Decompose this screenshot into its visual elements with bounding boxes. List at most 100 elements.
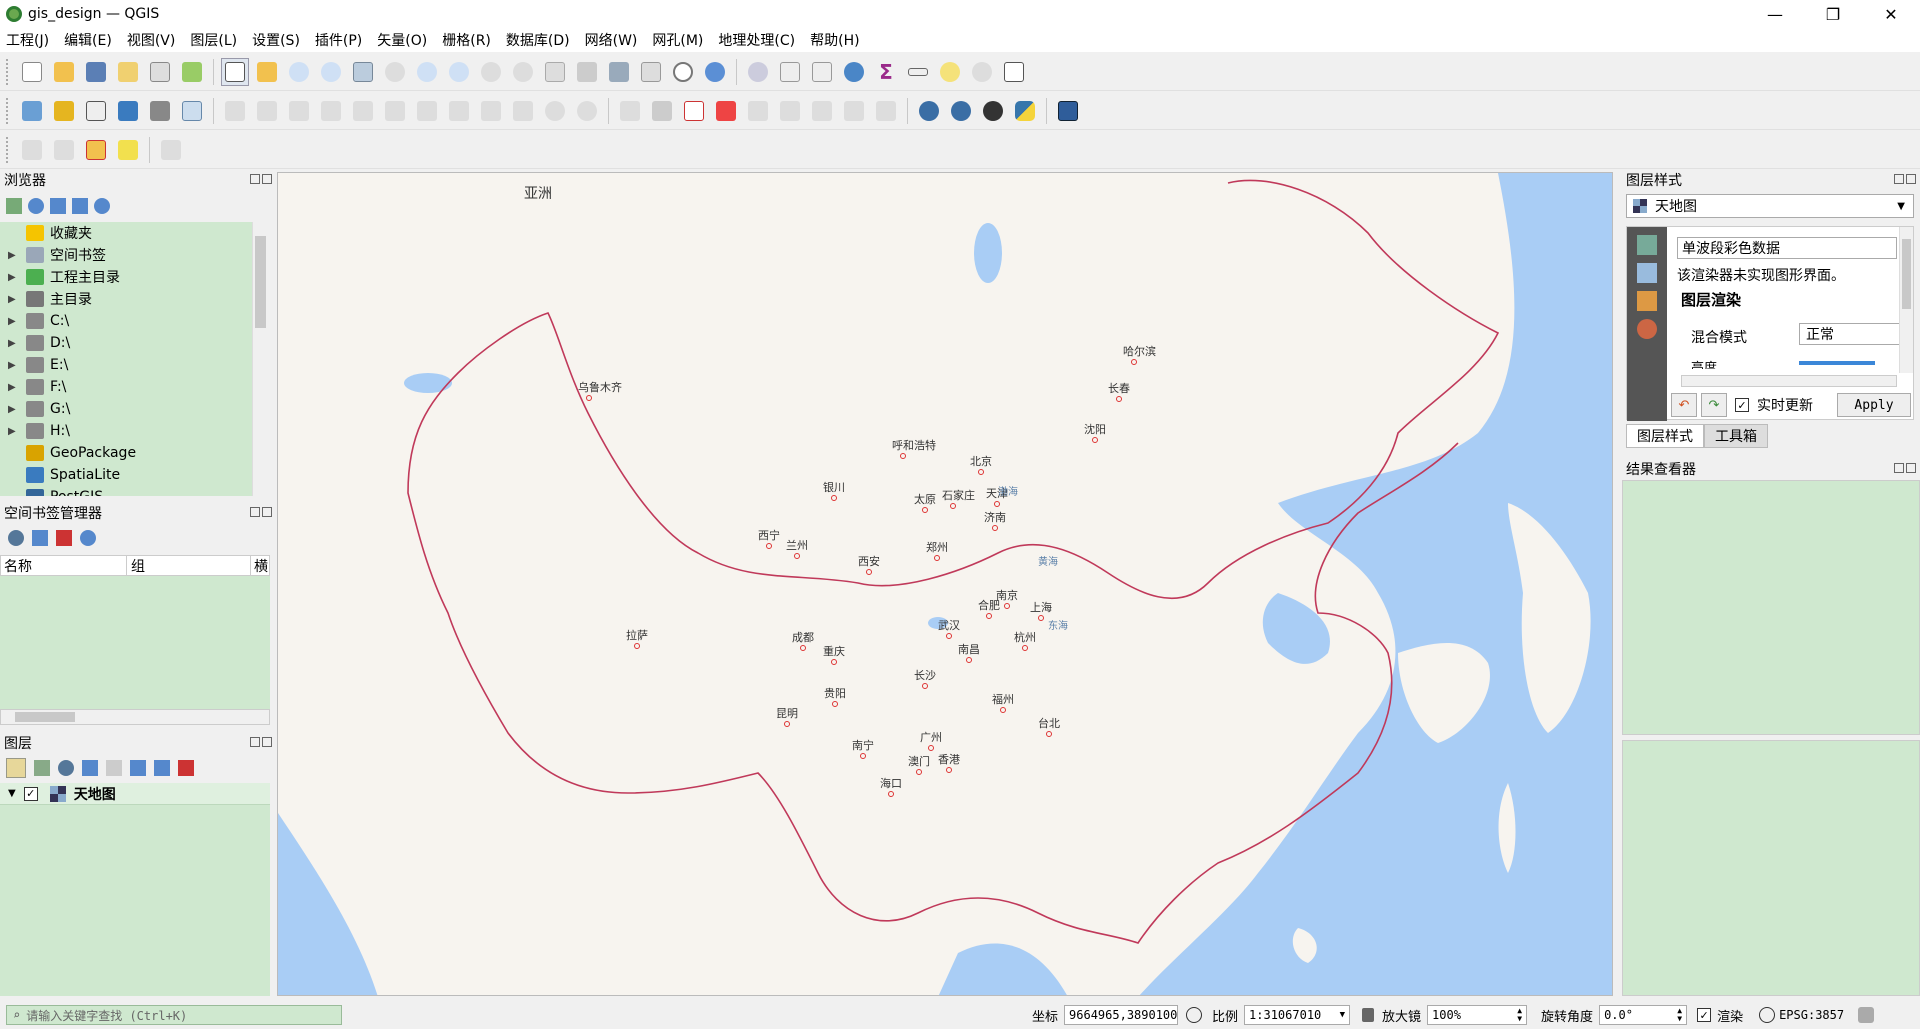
browser-item[interactable]: ▶ C:\	[0, 310, 252, 332]
coordinate-toggle-icon[interactable]	[1186, 1007, 1203, 1023]
zoom-full-button[interactable]	[349, 58, 377, 86]
filter-icon[interactable]	[50, 198, 66, 214]
style-vscroll[interactable]	[1899, 227, 1913, 373]
pan-to-selection-button[interactable]	[253, 58, 281, 86]
menu-project[interactable]: 工程(J)	[6, 30, 49, 50]
highlight-labels-button[interactable]	[712, 97, 740, 125]
diagram-button[interactable]	[872, 97, 900, 125]
refresh-icon[interactable]	[28, 198, 44, 214]
layer-name[interactable]: 天地图	[74, 784, 116, 804]
expand-arrow-icon[interactable]: ▶	[8, 360, 22, 371]
rotate-label-button[interactable]	[776, 97, 804, 125]
zoom-to-selection-button[interactable]	[381, 58, 409, 86]
menu-web[interactable]: 网络(W)	[585, 30, 638, 50]
float-icon[interactable]	[1894, 174, 1904, 184]
modify-attributes-button[interactable]	[381, 97, 409, 125]
expand-arrow-icon[interactable]: ▶	[8, 250, 22, 261]
binoculars-icon[interactable]	[979, 97, 1007, 125]
blend-mode-dropdown[interactable]: 正常	[1799, 323, 1901, 345]
zoom-to-layer-button[interactable]	[413, 58, 441, 86]
zoom-out-button[interactable]	[317, 58, 345, 86]
add-bookmark-icon[interactable]	[32, 530, 48, 546]
col-extra-header[interactable]: 横	[251, 556, 268, 575]
browser-item[interactable]: GeoPackage	[0, 442, 252, 464]
undo-style-button[interactable]: ↶	[1671, 393, 1697, 417]
current-edits-button[interactable]	[221, 97, 249, 125]
expand-arrow-icon[interactable]: ▶	[8, 272, 22, 283]
temporal-controller-icon[interactable]	[669, 58, 697, 86]
select-by-value-button[interactable]	[50, 136, 78, 164]
close-panel-icon[interactable]	[262, 737, 272, 747]
browser-item[interactable]: ▶ 空间书签	[0, 244, 252, 266]
expand-arrow-icon[interactable]: ▶	[8, 294, 22, 305]
histogram-tab-icon[interactable]	[1637, 291, 1657, 311]
close-panel-icon[interactable]	[262, 507, 272, 517]
spin-arrows-icon[interactable]: ▲ ▼	[1677, 1007, 1682, 1023]
browser-item[interactable]: PostGIS	[0, 486, 252, 496]
browser-item[interactable]: ▶ H:\	[0, 420, 252, 442]
renderer-type-dropdown[interactable]: 单波段彩色数据	[1677, 237, 1897, 259]
select-features-button[interactable]	[18, 136, 46, 164]
new-3d-view-button[interactable]	[573, 58, 601, 86]
browser-item[interactable]: ▶ F:\	[0, 376, 252, 398]
magnifier-spinbox[interactable]: 100% ▲ ▼	[1427, 1005, 1528, 1025]
manage-themes-icon[interactable]	[58, 760, 74, 776]
save-project-button[interactable]	[82, 58, 110, 86]
float-icon[interactable]	[250, 507, 260, 517]
move-label-button[interactable]	[744, 97, 772, 125]
zoom-native-button[interactable]	[445, 58, 473, 86]
select-by-expression-button[interactable]	[114, 136, 142, 164]
toggle-editing-button[interactable]	[253, 97, 281, 125]
add-feature-button[interactable]	[317, 97, 345, 125]
text-annotation-button[interactable]	[1000, 58, 1028, 86]
measure-line-button[interactable]	[904, 58, 932, 86]
add-raster-layer-button[interactable]	[114, 97, 142, 125]
redo-style-button[interactable]: ↷	[1701, 393, 1727, 417]
float-icon[interactable]	[1894, 463, 1904, 473]
new-project-button[interactable]	[18, 58, 46, 86]
menu-edit[interactable]: 编辑(E)	[64, 30, 112, 50]
browser-item[interactable]: SpatiaLite	[0, 464, 252, 486]
layout-manager-button[interactable]	[146, 58, 174, 86]
filter-legend-icon[interactable]	[82, 760, 98, 776]
apply-button[interactable]: Apply	[1837, 393, 1911, 417]
processing-toolbox-button[interactable]	[840, 58, 868, 86]
new-print-layout-button[interactable]	[114, 58, 142, 86]
live-update-checkbox[interactable]: ✓	[1735, 398, 1749, 412]
expand-arrow-icon[interactable]: ▶	[8, 382, 22, 393]
new-bookmark-button[interactable]	[605, 58, 633, 86]
maximize-button[interactable]: ❐	[1804, 0, 1862, 28]
menu-settings[interactable]: 设置(S)	[252, 30, 300, 50]
float-icon[interactable]	[250, 174, 260, 184]
toolbar-grip[interactable]	[6, 97, 10, 124]
remove-layer-icon[interactable]	[178, 760, 194, 776]
new-map-view-button[interactable]	[541, 58, 569, 86]
measure-tool-button[interactable]	[157, 136, 185, 164]
close-panel-icon[interactable]	[262, 174, 272, 184]
info-icon[interactable]	[94, 198, 110, 214]
show-bookmarks-button[interactable]	[637, 58, 665, 86]
menu-vector[interactable]: 矢量(O)	[377, 30, 427, 50]
symbology-tab-icon[interactable]	[1637, 235, 1657, 255]
show-hide-labels-button[interactable]	[840, 97, 868, 125]
map-svg[interactable]	[278, 173, 1613, 996]
add-group-icon[interactable]	[34, 760, 50, 776]
map-tips-button[interactable]	[936, 58, 964, 86]
layer-labeling-button[interactable]	[680, 97, 708, 125]
save-edits-button[interactable]	[285, 97, 313, 125]
menu-processing[interactable]: 地理处理(C)	[718, 30, 795, 50]
style-hscroll[interactable]	[1681, 375, 1897, 387]
open-attribute-table-button[interactable]	[776, 58, 804, 86]
transparency-tab-icon[interactable]	[1637, 263, 1657, 283]
pan-map-button[interactable]	[221, 57, 249, 86]
scale-dropdown[interactable]: 1:31067010 ▼	[1244, 1005, 1351, 1025]
expand-arrow-icon[interactable]: ▶	[8, 316, 22, 327]
close-panel-icon[interactable]	[1906, 174, 1916, 184]
zoom-next-button[interactable]	[509, 58, 537, 86]
statistical-summary-button[interactable]: Σ	[872, 58, 900, 86]
render-checkbox[interactable]: ✓	[1697, 1008, 1712, 1022]
zoom-in-button[interactable]	[285, 58, 313, 86]
add-selected-layers-icon[interactable]	[6, 198, 22, 214]
expand-arrow-icon[interactable]: ▶	[8, 426, 22, 437]
delete-selected-button[interactable]	[413, 97, 441, 125]
